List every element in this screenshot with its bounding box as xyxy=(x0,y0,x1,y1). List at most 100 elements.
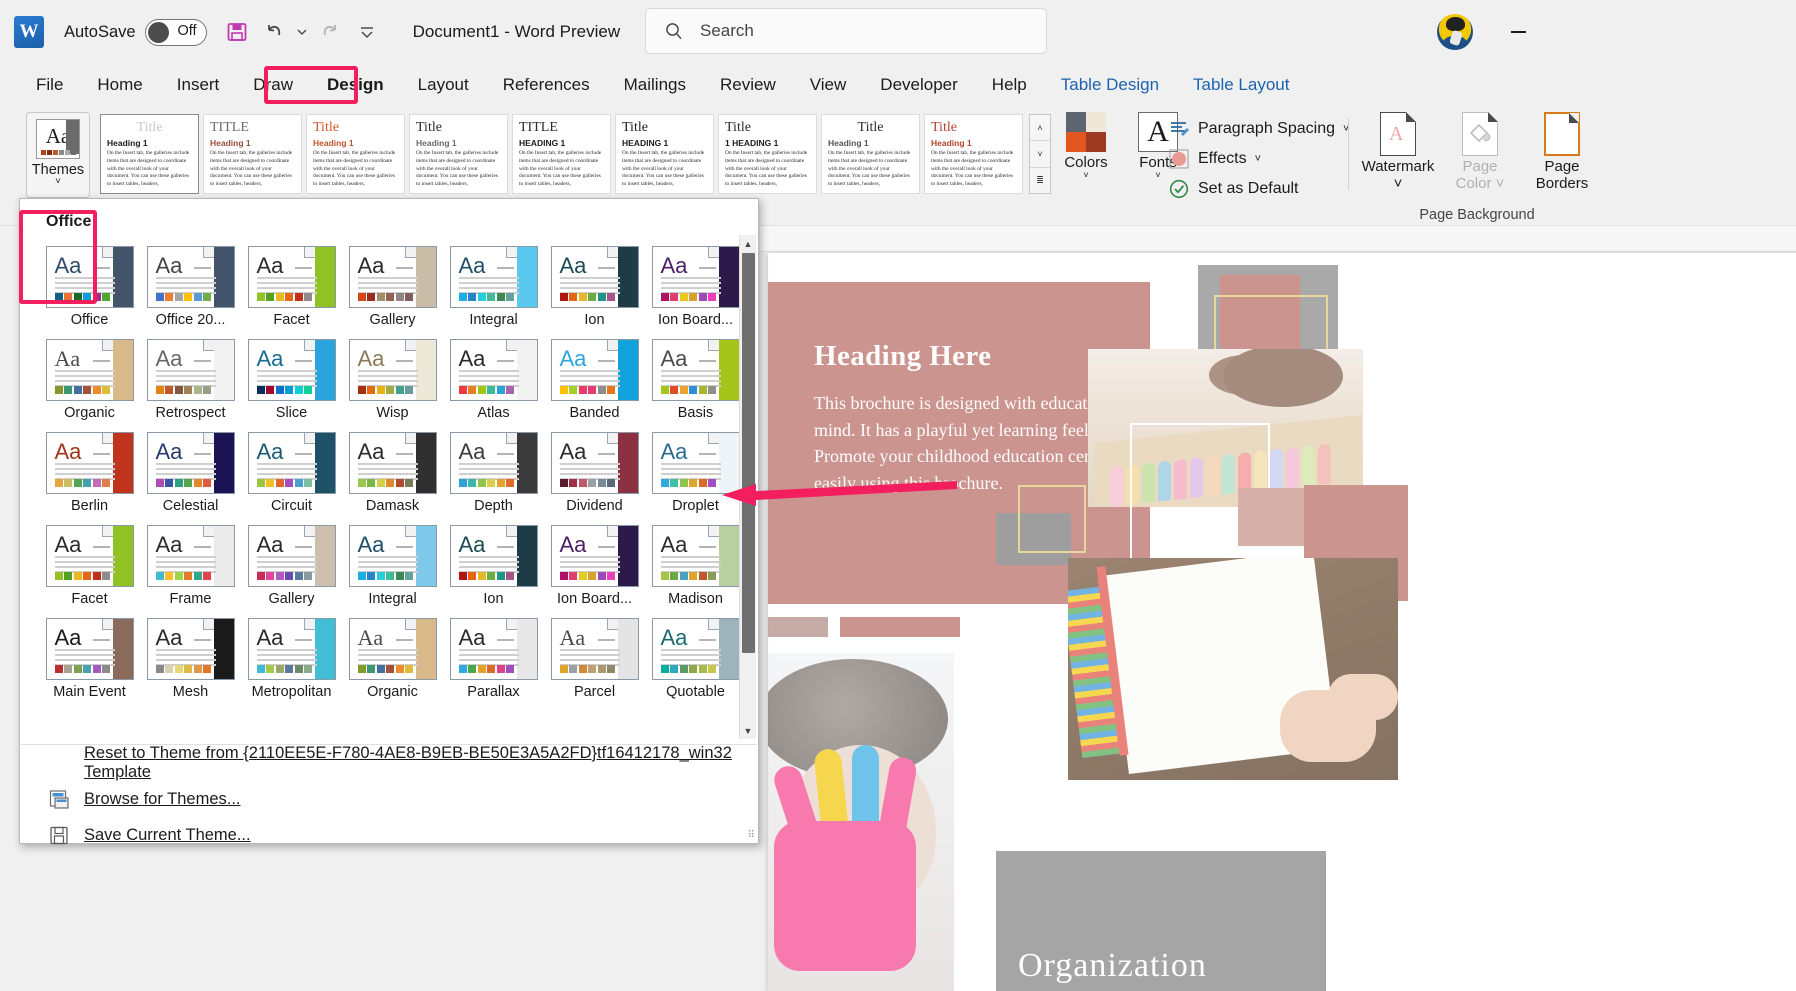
undo-icon[interactable] xyxy=(258,16,290,48)
tab-insert[interactable]: Insert xyxy=(163,71,234,99)
set-as-default-button[interactable]: Set as Default xyxy=(1168,174,1349,204)
style-gallery-more-icon[interactable]: ≣ xyxy=(1030,168,1050,193)
themes-dropdown-panel[interactable]: Office Aa Office Aa Office 20... Aa Facet Aa Ga… xyxy=(19,198,759,844)
theme-item[interactable]: Aa Parcel xyxy=(544,613,645,706)
effects-button[interactable]: Effects ˅ xyxy=(1168,144,1349,174)
paragraph-spacing-button[interactable]: Paragraph Spacing ˅ xyxy=(1168,114,1349,144)
tab-mailings[interactable]: Mailings xyxy=(610,71,700,99)
style-set-card[interactable]: Title 1 HEADING 1 On the Insert tab, the g… xyxy=(718,114,817,194)
themes-scrollbar[interactable]: ▲ ▼ xyxy=(739,235,756,739)
theme-item[interactable]: Aa Basis xyxy=(645,334,746,427)
tab-design[interactable]: Design xyxy=(313,71,398,99)
theme-name-label: Depth xyxy=(474,498,513,514)
theme-item[interactable]: Aa Wisp xyxy=(342,334,443,427)
menu-item-reset-to-theme[interactable]: Reset to Theme from {2110EE5E-F780-4AE8-… xyxy=(20,744,758,781)
search-box[interactable]: Search xyxy=(645,8,1047,54)
theme-item[interactable]: Aa Quotable xyxy=(645,613,746,706)
theme-item[interactable]: Aa Main Event xyxy=(39,613,140,706)
theme-item[interactable]: Aa Organic xyxy=(342,613,443,706)
theme-aa-sample: Aa xyxy=(458,439,486,464)
themes-button[interactable]: Aa Themes ˅ xyxy=(26,112,90,198)
theme-item[interactable]: Aa Atlas xyxy=(443,334,544,427)
theme-item[interactable]: Aa Ion Board... xyxy=(544,520,645,613)
menu-item-browse-for-themes[interactable]: Browse for Themes... xyxy=(20,781,758,817)
theme-item[interactable]: Aa Gallery xyxy=(342,241,443,334)
resize-grip-icon[interactable]: ⠿ xyxy=(748,830,755,841)
theme-item[interactable]: Aa Ion xyxy=(443,520,544,613)
theme-thumbnail: Aa xyxy=(550,432,639,494)
style-gallery-scroll-up-icon[interactable]: ˄ xyxy=(1030,115,1050,142)
theme-item[interactable]: Aa Metropolitan xyxy=(241,613,342,706)
theme-item[interactable]: Aa Damask xyxy=(342,427,443,520)
style-set-card[interactable]: TITLE Heading 1 On the Insert tab, the gal… xyxy=(203,114,302,194)
tab-developer[interactable]: Developer xyxy=(866,71,972,99)
theme-item[interactable]: Aa Frame xyxy=(140,520,241,613)
tab-home[interactable]: Home xyxy=(83,71,156,99)
theme-item[interactable]: Aa Organic xyxy=(39,334,140,427)
scroll-down-icon[interactable]: ▼ xyxy=(740,722,756,739)
watermark-button[interactable]: A Watermark ˅ xyxy=(1362,112,1434,193)
theme-item[interactable]: Aa Slice xyxy=(241,334,342,427)
theme-item[interactable]: Aa Dividend xyxy=(544,427,645,520)
save-icon[interactable] xyxy=(221,16,253,48)
style-set-card[interactable]: Title Heading 1 On the Insert tab, the gal… xyxy=(821,114,920,194)
theme-item[interactable]: Aa Celestial xyxy=(140,427,241,520)
tab-draw[interactable]: Draw xyxy=(239,71,307,99)
style-set-card[interactable]: TITLE HEADING 1 On the Insert tab, the gal… xyxy=(512,114,611,194)
undo-dropdown-icon[interactable] xyxy=(295,16,309,48)
theme-item[interactable]: Aa Ion Board... xyxy=(645,241,746,334)
theme-thumbnail: Aa xyxy=(550,618,639,680)
tab-review[interactable]: Review xyxy=(706,71,790,99)
theme-aa-sample: Aa xyxy=(458,253,486,278)
page-color-button[interactable]: Page Color ˅ xyxy=(1444,112,1516,193)
tab-table-design[interactable]: Table Design xyxy=(1047,71,1173,99)
theme-item[interactable]: Aa Ion xyxy=(544,241,645,334)
tab-references[interactable]: References xyxy=(489,71,604,99)
style-set-card[interactable]: Title Heading 1 On the Insert tab, the gal… xyxy=(924,114,1023,194)
tab-table-layout[interactable]: Table Layout xyxy=(1179,71,1303,99)
avatar[interactable] xyxy=(1437,14,1473,50)
theme-item[interactable]: Aa Circuit xyxy=(241,427,342,520)
theme-item[interactable]: Aa Integral xyxy=(443,241,544,334)
theme-item[interactable]: Aa Parallax xyxy=(443,613,544,706)
theme-item[interactable]: Aa Mesh xyxy=(140,613,241,706)
menu-item-save-current-theme[interactable]: Save Current Theme... xyxy=(20,817,758,853)
theme-item[interactable]: Aa Facet xyxy=(39,520,140,613)
style-set-card[interactable]: Title Heading 1 On the Insert tab, the gal… xyxy=(409,114,508,194)
theme-item[interactable]: Aa Office xyxy=(39,241,140,334)
theme-item[interactable]: Aa Office 20... xyxy=(140,241,241,334)
tab-help[interactable]: Help xyxy=(978,71,1041,99)
theme-color-swatches xyxy=(54,572,110,580)
style-gallery-scroll-down-icon[interactable]: ˅ xyxy=(1030,141,1050,168)
page-borders-button[interactable]: Page Borders xyxy=(1526,112,1598,193)
style-set-card[interactable]: Title Heading 1 On the Insert tab, the gal… xyxy=(306,114,405,194)
style-set-card[interactable]: Title Heading 1 On the Insert tab, the gal… xyxy=(100,114,199,194)
theme-item[interactable]: Aa Banded xyxy=(544,334,645,427)
style-gallery-scroll[interactable]: ˄ ˅ ≣ xyxy=(1029,114,1051,194)
theme-name-label: Facet xyxy=(71,591,108,607)
theme-item[interactable]: Aa Madison xyxy=(645,520,746,613)
theme-thumbnail: Aa xyxy=(651,618,740,680)
theme-item[interactable]: Aa Facet xyxy=(241,241,342,334)
scroll-up-icon[interactable]: ▲ xyxy=(740,235,756,252)
theme-item[interactable]: Aa Depth xyxy=(443,427,544,520)
scrollbar-thumb[interactable] xyxy=(742,253,755,653)
style-set-gallery[interactable]: Title Heading 1 On the Insert tab, the gal… xyxy=(100,114,1025,194)
tab-layout[interactable]: Layout xyxy=(404,71,483,99)
theme-item[interactable]: Aa Droplet xyxy=(645,427,746,520)
redo-icon[interactable] xyxy=(314,16,346,48)
autosave-toggle[interactable]: Off xyxy=(144,18,207,46)
theme-item[interactable]: Aa Integral xyxy=(342,520,443,613)
colors-button[interactable]: Colors ˅ xyxy=(1055,112,1117,180)
customize-qat-icon[interactable] xyxy=(351,16,383,48)
theme-color-swatches xyxy=(660,386,716,394)
theme-item[interactable]: Aa Berlin xyxy=(39,427,140,520)
tab-file[interactable]: File xyxy=(22,71,77,99)
theme-item[interactable]: Aa Retrospect xyxy=(140,334,241,427)
document-page[interactable]: Heading Here This brochure is designed w… xyxy=(768,253,1796,991)
theme-aa-sample: Aa xyxy=(357,346,385,371)
minimize-button[interactable] xyxy=(1500,18,1536,46)
theme-item[interactable]: Aa Gallery xyxy=(241,520,342,613)
tab-view[interactable]: View xyxy=(796,71,861,99)
style-set-card[interactable]: Title HEADING 1 On the Insert tab, the gal… xyxy=(615,114,714,194)
